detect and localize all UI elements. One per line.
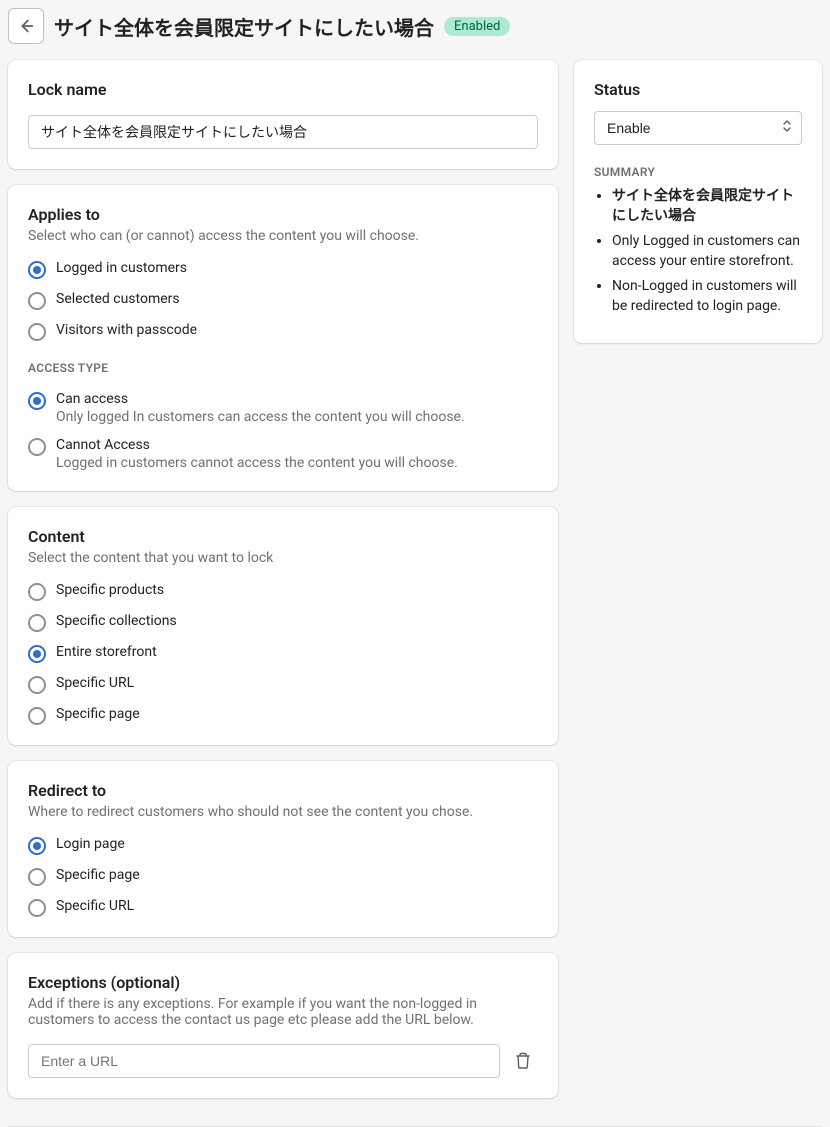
radio-logged-in-customers[interactable]: Logged in customers bbox=[28, 260, 538, 279]
exceptions-card: Exceptions (optional) Add if there is an… bbox=[8, 953, 558, 1098]
redirect-sub: Where to redirect customers who should n… bbox=[28, 804, 538, 820]
content-card: Content Select the content that you want… bbox=[8, 507, 558, 745]
radio-icon bbox=[28, 614, 46, 632]
exceptions-title: Exceptions (optional) bbox=[28, 973, 538, 992]
radio-icon bbox=[28, 583, 46, 601]
content-title: Content bbox=[28, 527, 538, 546]
radio-icon bbox=[28, 707, 46, 725]
summary-item: Non-Logged in customers will be redirect… bbox=[612, 277, 802, 316]
radio-icon bbox=[28, 645, 46, 663]
exception-url-input[interactable] bbox=[28, 1044, 500, 1078]
trash-icon bbox=[515, 1052, 531, 1070]
radio-specific-url[interactable]: Specific URL bbox=[28, 675, 538, 694]
delete-url-button[interactable] bbox=[508, 1046, 538, 1076]
summary-item: サイト全体を会員限定サイトにしたい場合 bbox=[612, 187, 802, 226]
status-select[interactable]: Enable bbox=[594, 111, 802, 145]
page-header: サイト全体を会員限定サイトにしたい場合 Enabled bbox=[0, 0, 830, 60]
radio-specific-page[interactable]: Specific page bbox=[28, 706, 538, 725]
status-card: Status Enable SUMMARY サイト全体を会員限定サイトにしたい場… bbox=[574, 60, 822, 343]
access-type-heading: ACCESS TYPE bbox=[28, 361, 538, 375]
radio-selected-customers[interactable]: Selected customers bbox=[28, 291, 538, 310]
radio-specific-collections[interactable]: Specific collections bbox=[28, 613, 538, 632]
exceptions-sub: Add if there is any exceptions. For exam… bbox=[28, 996, 538, 1028]
radio-icon bbox=[28, 837, 46, 855]
redirect-title: Redirect to bbox=[28, 781, 538, 800]
radio-icon bbox=[28, 392, 46, 410]
radio-redirect-specific-url[interactable]: Specific URL bbox=[28, 898, 538, 917]
content-sub: Select the content that you want to lock bbox=[28, 550, 538, 566]
radio-icon bbox=[28, 899, 46, 917]
summary-heading: SUMMARY bbox=[594, 165, 802, 179]
status-title: Status bbox=[594, 80, 802, 99]
radio-icon bbox=[28, 292, 46, 310]
radio-can-access[interactable]: Can access Only logged In customers can … bbox=[28, 391, 538, 425]
radio-cannot-access[interactable]: Cannot Access Logged in customers cannot… bbox=[28, 437, 538, 471]
lock-name-card: Lock name bbox=[8, 60, 558, 169]
arrow-left-icon bbox=[17, 17, 35, 35]
summary-item: Only Logged in customers can access your… bbox=[612, 232, 802, 271]
radio-login-page[interactable]: Login page bbox=[28, 836, 538, 855]
lock-name-input[interactable] bbox=[28, 115, 538, 149]
status-badge: Enabled bbox=[444, 17, 510, 36]
radio-specific-products[interactable]: Specific products bbox=[28, 582, 538, 601]
back-button[interactable] bbox=[8, 8, 44, 44]
radio-icon bbox=[28, 868, 46, 886]
radio-icon bbox=[28, 323, 46, 341]
radio-entire-storefront[interactable]: Entire storefront bbox=[28, 644, 538, 663]
radio-redirect-specific-page[interactable]: Specific page bbox=[28, 867, 538, 886]
radio-icon bbox=[28, 261, 46, 279]
applies-to-card: Applies to Select who can (or cannot) ac… bbox=[8, 185, 558, 491]
applies-to-title: Applies to bbox=[28, 205, 538, 224]
lock-name-title: Lock name bbox=[28, 80, 538, 99]
applies-to-sub: Select who can (or cannot) access the co… bbox=[28, 228, 538, 244]
radio-icon bbox=[28, 676, 46, 694]
page-title: サイト全体を会員限定サイトにしたい場合 bbox=[54, 12, 434, 41]
radio-icon bbox=[28, 438, 46, 456]
radio-visitors-passcode[interactable]: Visitors with passcode bbox=[28, 322, 538, 341]
summary-list: サイト全体を会員限定サイトにしたい場合 Only Logged in custo… bbox=[594, 187, 802, 317]
redirect-card: Redirect to Where to redirect customers … bbox=[8, 761, 558, 937]
